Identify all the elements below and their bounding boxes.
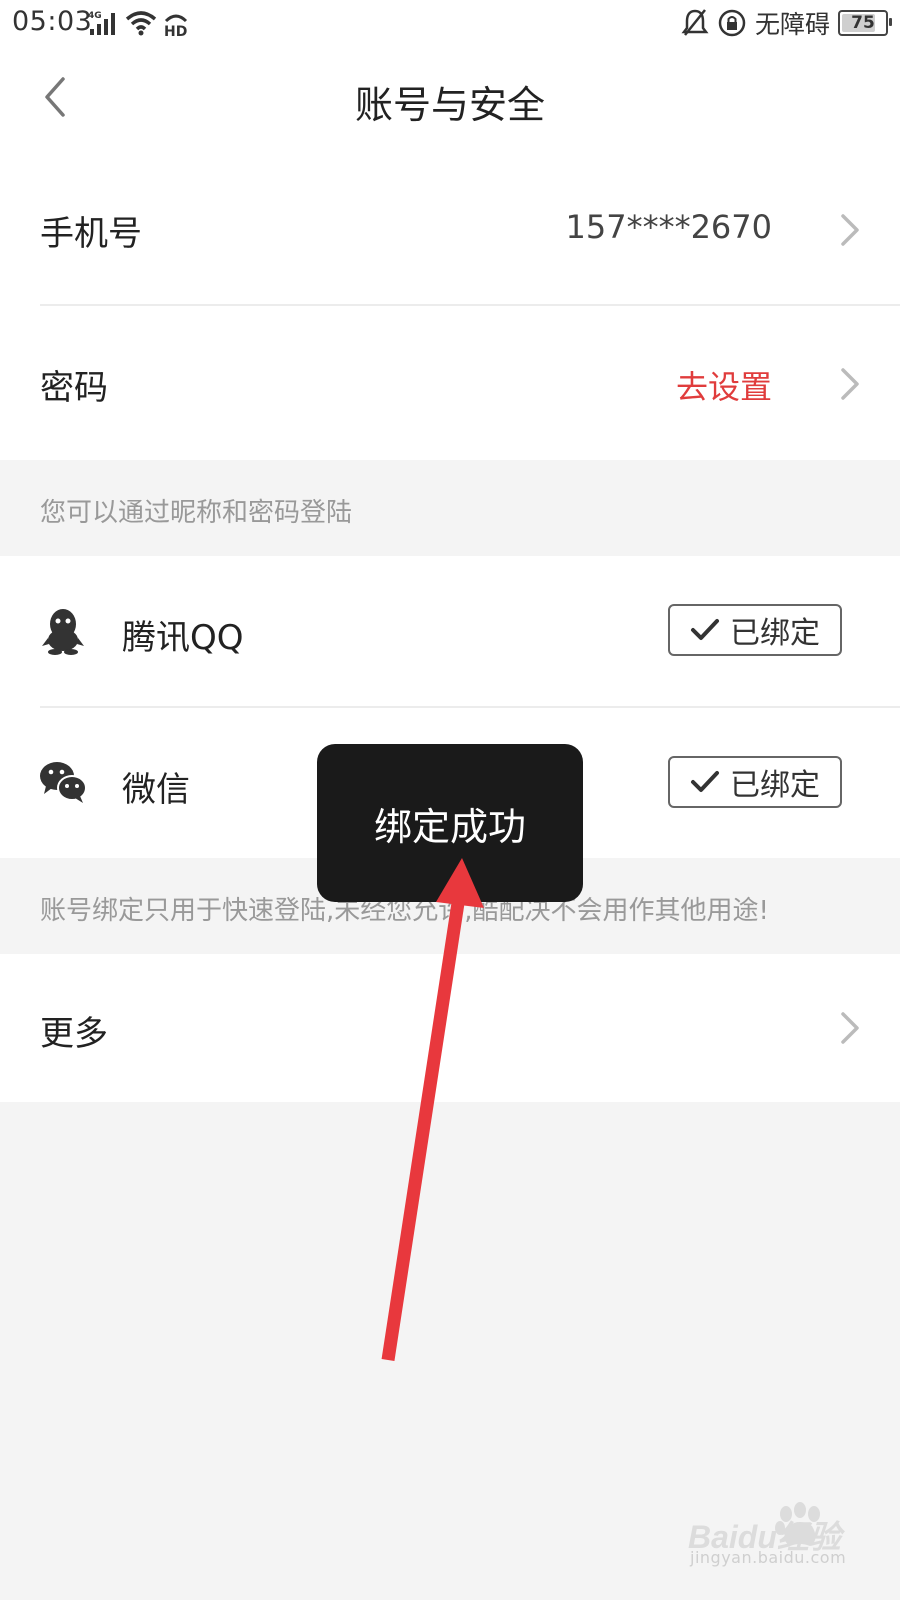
watermark-url: jingyan.baidu.com [690,1548,847,1567]
success-toast: 绑定成功 [317,744,583,902]
nav-header: 账号与安全 [0,46,900,152]
svg-text:HD: HD [164,24,187,37]
phone-label: 手机号 [40,214,142,254]
password-label: 密码 [40,368,108,408]
chevron-right-icon [841,214,859,246]
bound-status-button[interactable]: 已绑定 [668,604,842,656]
battery-level: 75 [851,13,875,33]
network-type-label: 4G [88,11,102,21]
login-hint: 您可以通过昵称和密码登陆 [40,498,353,528]
chevron-right-icon [841,368,859,400]
binding-row-qq: 腾讯QQ 已绑定 [0,556,900,706]
status-left-icons: 4G HD [88,8,190,38]
bell-muted-icon [681,9,709,36]
status-time: 05:03 [12,6,93,37]
rotation-lock-icon [718,9,746,37]
cellular-signal-icon: 4G [88,11,115,35]
chevron-right-icon [841,1012,859,1044]
bound-status-label: 已绑定 [730,616,820,651]
account-group: 手机号 157****2670 密码 去设置 [0,152,900,460]
password-set-action[interactable]: 去设置 [676,362,772,408]
binding-label: 微信 [122,770,190,810]
bound-status-label: 已绑定 [730,768,820,803]
more-group: 更多 [0,954,900,1102]
binding-label: 腾讯QQ [122,618,244,658]
status-right-icons: 无障碍 75 [681,6,892,40]
status-bar: 05:03 4G HD 无障碍 75 [0,0,900,46]
wechat-icon [40,762,87,803]
password-row[interactable]: 密码 去设置 [0,306,900,460]
qq-icon [42,609,84,655]
check-icon [691,619,719,640]
phone-value: 157****2670 [565,208,772,246]
more-label: 更多 [40,1014,108,1054]
page-title: 账号与安全 [354,83,545,127]
baidu-watermark-logo: Baidu经验 [688,1502,846,1555]
check-icon [691,771,719,792]
more-row[interactable]: 更多 [0,954,900,1102]
bound-status-button[interactable]: 已绑定 [668,756,842,808]
hd-icon: HD [164,14,187,37]
accessibility-label: 无障碍 [754,10,830,39]
battery-icon: 75 [838,10,892,36]
phone-row[interactable]: 手机号 157****2670 [0,152,900,306]
wifi-icon [125,11,157,36]
